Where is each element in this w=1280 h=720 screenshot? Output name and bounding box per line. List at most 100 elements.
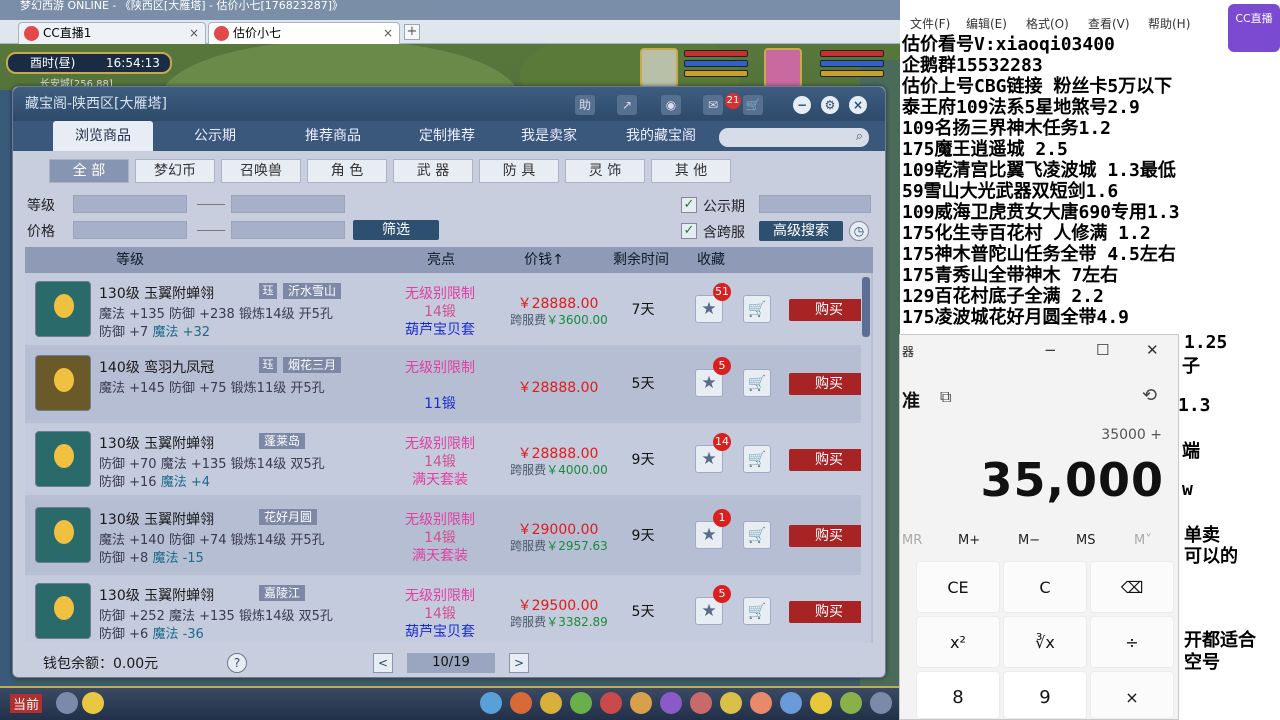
mic-icon[interactable] xyxy=(56,692,78,714)
share-icon[interactable]: ↗ xyxy=(617,95,637,115)
filter-button[interactable]: 筛选 xyxy=(353,220,439,240)
skill-icon[interactable] xyxy=(870,692,892,714)
price-min-input[interactable] xyxy=(73,221,187,239)
menu-file[interactable]: 文件(F) xyxy=(910,15,950,32)
close-button[interactable]: ✕ xyxy=(1146,341,1159,359)
category-weapon[interactable]: 武 器 xyxy=(393,159,473,183)
close-tab-icon[interactable]: × xyxy=(383,23,393,43)
buy-button[interactable]: 购买 xyxy=(789,449,869,471)
add-to-cart-icon[interactable]: 🛒 xyxy=(743,295,771,323)
browser-tab-cc[interactable]: CC直播1 × xyxy=(18,22,206,44)
message-icon[interactable]: ✉ xyxy=(703,95,723,115)
item-thumbnail[interactable] xyxy=(35,583,91,639)
add-to-cart-icon[interactable]: 🛒 xyxy=(743,597,771,625)
menu-view[interactable]: 查看(V) xyxy=(1088,15,1130,32)
history-icon[interactable]: ◷ xyxy=(849,221,869,241)
search-icon[interactable]: ⌕ xyxy=(856,129,863,144)
player-portrait[interactable] xyxy=(764,48,802,88)
skill-icon[interactable] xyxy=(630,692,652,714)
category-coin[interactable]: 梦幻币 xyxy=(135,159,215,183)
prev-page-button[interactable]: < xyxy=(373,653,393,673)
add-to-cart-icon[interactable]: 🛒 xyxy=(743,445,771,473)
scroll-thumb[interactable] xyxy=(862,277,870,337)
skill-icon[interactable] xyxy=(660,692,682,714)
maximize-button[interactable]: ☐ xyxy=(1096,341,1109,359)
cart-icon[interactable]: 🛒 xyxy=(743,95,763,115)
close-tab-icon[interactable]: × xyxy=(189,23,199,43)
skill-icon[interactable] xyxy=(480,692,502,714)
channel-label[interactable]: 当前 xyxy=(10,694,43,713)
add-to-cart-icon[interactable]: 🛒 xyxy=(743,369,771,397)
col-remaining[interactable]: 剩余时间 xyxy=(601,247,681,273)
options-button[interactable]: ⚙ xyxy=(821,96,839,114)
item-name[interactable]: 130级 玉翼附蝉翎 xyxy=(99,283,214,303)
root-button[interactable]: ∛x xyxy=(1003,616,1087,668)
tab-seller[interactable]: 我是卖家 xyxy=(509,121,589,151)
help-icon[interactable]: 助 xyxy=(575,95,595,115)
item-thumbnail[interactable] xyxy=(35,431,91,487)
category-all[interactable]: 全 部 xyxy=(49,159,129,183)
item-thumbnail[interactable] xyxy=(35,355,91,411)
keep-on-top-icon[interactable]: ⧉ xyxy=(940,387,951,407)
menu-format[interactable]: 格式(O) xyxy=(1026,15,1069,32)
category-accessory[interactable]: 灵 饰 xyxy=(565,159,645,183)
settings-icon[interactable]: ◉ xyxy=(661,95,681,115)
scrollbar[interactable] xyxy=(861,273,871,643)
minimize-button[interactable]: − xyxy=(1044,341,1057,359)
skill-icon[interactable] xyxy=(570,692,592,714)
category-pet[interactable]: 召唤兽 xyxy=(221,159,301,183)
skill-icon[interactable] xyxy=(540,692,562,714)
notepad-text[interactable]: 估价看号V:xiaoqi03400 企鹅群15532283 估价上号CBG链接 粉丝… xyxy=(902,34,1232,328)
level-max-input[interactable] xyxy=(231,195,345,213)
buy-button[interactable]: 购买 xyxy=(789,373,869,395)
skill-icon[interactable] xyxy=(690,692,712,714)
skill-icon[interactable] xyxy=(600,692,622,714)
buy-button[interactable]: 购买 xyxy=(789,601,869,623)
backspace-button[interactable]: ⌫ xyxy=(1090,561,1174,613)
buy-button[interactable]: 购买 xyxy=(789,299,869,321)
close-button[interactable]: × xyxy=(849,96,867,114)
col-price[interactable]: 价钱↑ xyxy=(509,247,579,273)
history-icon[interactable]: ⟲ xyxy=(1142,385,1157,406)
public-period-checkbox[interactable]: ✓ xyxy=(681,197,697,213)
buy-button[interactable]: 购买 xyxy=(789,525,869,547)
skill-icon[interactable] xyxy=(810,692,832,714)
skill-icon[interactable] xyxy=(720,692,742,714)
item-thumbnail[interactable] xyxy=(35,507,91,563)
tab-recommended[interactable]: 推荐商品 xyxy=(283,121,383,151)
table-row[interactable]: 130级 玉翼附蝉翎 花好月圆 魔法 +140 防御 +74 锻炼14级 开5孔 防御… xyxy=(25,499,869,571)
tab-browse[interactable]: 浏览商品 xyxy=(53,121,153,151)
skill-icon[interactable] xyxy=(780,692,802,714)
category-armor[interactable]: 防 具 xyxy=(479,159,559,183)
category-role[interactable]: 角 色 xyxy=(307,159,387,183)
new-tab-button[interactable]: + xyxy=(404,24,420,40)
help-icon[interactable]: ? xyxy=(227,653,247,673)
table-row[interactable]: 130级 玉翼附蝉翎 嘉陵江 防御 +252 魔法 +135 锻炼14级 双5孔 防御… xyxy=(25,575,869,643)
item-name[interactable]: 130级 玉翼附蝉翎 xyxy=(99,585,214,605)
browser-tab-estimate[interactable]: 估价小七 × xyxy=(208,22,400,44)
menu-help[interactable]: 帮助(H) xyxy=(1148,15,1190,32)
price-max-input[interactable] xyxy=(231,221,345,239)
square-button[interactable]: x² xyxy=(916,616,1000,668)
public-period-select[interactable] xyxy=(759,195,871,213)
pet-portrait[interactable] xyxy=(640,48,678,88)
col-level[interactable]: 等级 xyxy=(85,247,175,273)
next-page-button[interactable]: > xyxy=(509,653,529,673)
skill-icon[interactable] xyxy=(510,692,532,714)
menu-edit[interactable]: 编辑(E) xyxy=(966,15,1007,32)
memory-recall-button[interactable]: MR xyxy=(902,533,922,548)
category-other[interactable]: 其 他 xyxy=(651,159,731,183)
skill-icon[interactable] xyxy=(840,692,862,714)
clear-entry-button[interactable]: CE xyxy=(916,561,1000,613)
item-name[interactable]: 130级 玉翼附蝉翎 xyxy=(99,509,214,529)
clear-button[interactable]: C xyxy=(1003,561,1087,613)
table-row[interactable]: 140级 鸾羽九凤冠珏烟花三月 魔法 +145 防御 +75 锻炼11级 开5孔 … xyxy=(25,347,869,419)
divide-button[interactable]: ÷ xyxy=(1090,616,1174,668)
add-to-cart-icon[interactable]: 🛒 xyxy=(743,521,771,549)
digit-9-button[interactable]: 9 xyxy=(1003,671,1087,719)
multiply-button[interactable]: × xyxy=(1090,671,1174,719)
memory-store-button[interactable]: MS xyxy=(1076,533,1095,548)
level-min-input[interactable] xyxy=(73,195,187,213)
skill-icon[interactable] xyxy=(750,692,772,714)
emote-icon[interactable] xyxy=(82,692,104,714)
